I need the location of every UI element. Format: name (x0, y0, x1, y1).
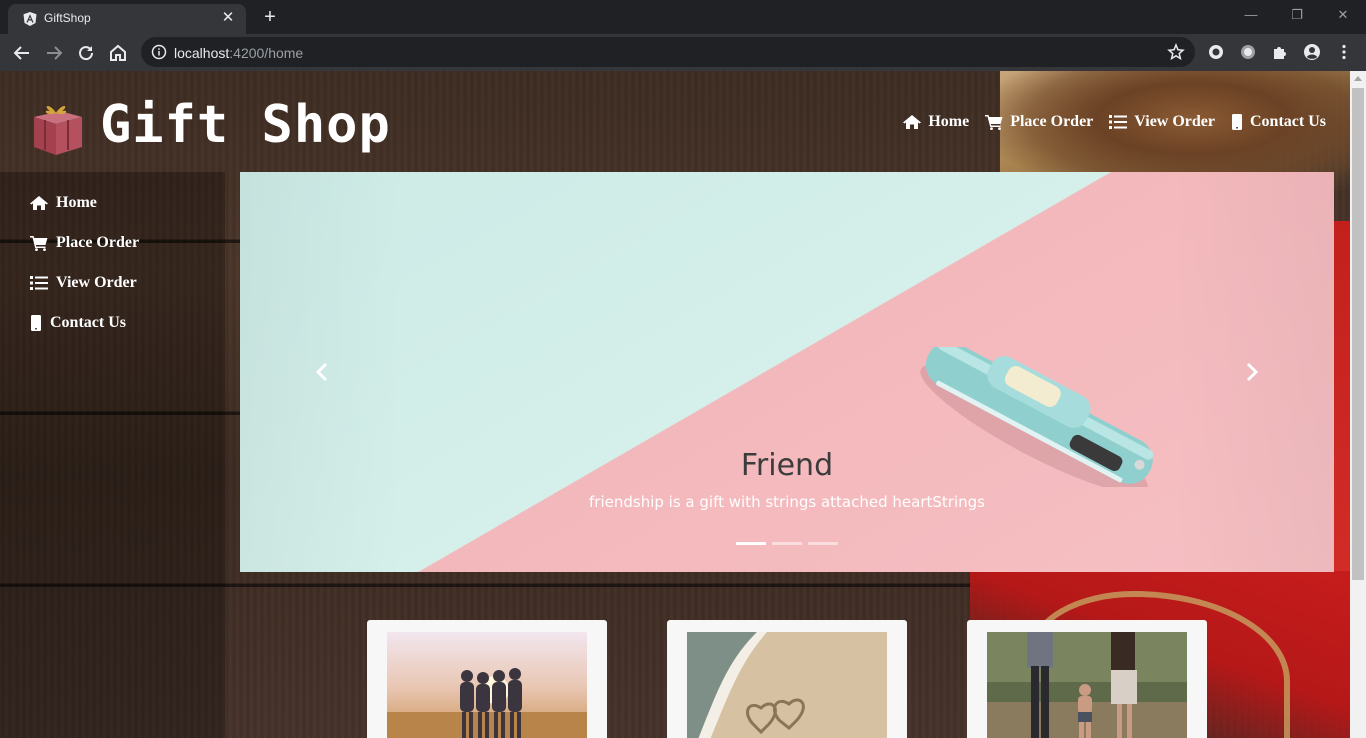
topnav-contact-us-label: Contact Us (1250, 113, 1326, 130)
sidenav-home-link[interactable]: Home (30, 183, 139, 223)
extension-record-icon[interactable] (1239, 43, 1257, 61)
gift-box-logo-icon (34, 106, 82, 155)
carousel-indicator[interactable] (736, 542, 766, 545)
bookmark-star-icon[interactable] (1167, 43, 1185, 61)
phone-icon (1232, 114, 1242, 130)
carousel-indicators (736, 542, 838, 545)
window-restore-button[interactable]: ❐ (1274, 0, 1320, 30)
carousel-caption: Friend friendship is a gift with strings… (240, 448, 1334, 511)
site-title: Gift Shop (100, 95, 391, 155)
carousel-next-icon[interactable] (1236, 357, 1266, 387)
hearts-in-sand-photo (687, 632, 887, 738)
url-text[interactable]: localhost:4200/home (174, 45, 303, 61)
side-navigation: Home Place Order View Order Contact Us (30, 183, 139, 343)
scroll-up-arrow-icon[interactable] (1354, 76, 1362, 81)
list-icon (1109, 115, 1128, 129)
reload-icon[interactable] (72, 39, 100, 67)
topnav-home-label: Home (928, 113, 970, 130)
address-bar[interactable]: localhost:4200/home (141, 37, 1195, 67)
gift-card[interactable] (967, 620, 1207, 738)
carousel-indicator[interactable] (808, 542, 838, 545)
home-icon (903, 115, 922, 129)
phone-icon (31, 315, 41, 331)
back-arrow-icon[interactable] (8, 39, 36, 67)
info-icon[interactable] (151, 44, 167, 60)
topnav-home-link[interactable]: Home (903, 113, 969, 131)
cart-icon (30, 236, 48, 251)
browser-tab-strip: GiftShop ✕ + — ❐ ✕ (0, 0, 1366, 34)
gift-card[interactable] (667, 620, 907, 738)
new-tab-button[interactable]: + (258, 5, 282, 29)
angular-logo-icon (23, 12, 37, 26)
sidenav-view-order-link[interactable]: View Order (30, 263, 139, 303)
friends-sunset-photo (387, 632, 587, 738)
sidenav-view-order-label: View Order (56, 274, 137, 291)
page-viewport: Gift Shop Home Place Order View Order Co… (0, 71, 1350, 738)
tab-title: GiftShop (44, 11, 91, 25)
topnav-contact-us-link[interactable]: Contact Us (1231, 113, 1326, 131)
url-path: :4200/home (229, 45, 304, 61)
topnav-view-order-label: View Order (1134, 113, 1215, 130)
sidenav-contact-us-link[interactable]: Contact Us (30, 303, 139, 343)
window-minimize-button[interactable]: — (1228, 0, 1274, 30)
forward-arrow-icon[interactable] (40, 39, 68, 67)
profile-avatar-icon[interactable] (1303, 43, 1321, 61)
home-icon[interactable] (104, 39, 132, 67)
sidenav-place-order-label: Place Order (56, 234, 140, 251)
carousel-indicator[interactable] (772, 542, 802, 545)
gift-card[interactable] (367, 620, 607, 738)
carousel-caption-title: Friend (740, 448, 834, 483)
home-icon (30, 196, 48, 210)
topnav-place-order-link[interactable]: Place Order (985, 113, 1093, 131)
list-icon (30, 276, 48, 290)
carousel-caption-text: friendship is a gift with strings attach… (589, 493, 985, 511)
scrollbar-thumb[interactable] (1352, 88, 1364, 580)
family-walk-photo (987, 632, 1187, 738)
hero-carousel[interactable]: Friend friendship is a gift with strings… (240, 172, 1334, 572)
browser-toolbar: localhost:4200/home (0, 34, 1366, 71)
page-scrollbar[interactable] (1350, 71, 1366, 738)
cart-icon (985, 115, 1003, 130)
topnav-place-order-label: Place Order (1010, 113, 1094, 130)
sidenav-place-order-link[interactable]: Place Order (30, 223, 139, 263)
url-host: localhost (174, 45, 230, 61)
extensions-puzzle-icon[interactable] (1271, 43, 1289, 61)
topnav-view-order-link[interactable]: View Order (1109, 113, 1215, 131)
browser-menu-icon[interactable] (1335, 43, 1353, 61)
sidenav-contact-us-label: Contact Us (50, 314, 126, 331)
carousel-previous-icon[interactable] (308, 357, 338, 387)
tab-close-icon[interactable]: ✕ (218, 8, 238, 28)
sidenav-home-label: Home (56, 194, 97, 211)
browser-tab[interactable]: GiftShop ✕ (8, 4, 246, 34)
window-close-button[interactable]: ✕ (1320, 0, 1366, 30)
top-navigation: Home Place Order View Order Contact Us (903, 113, 1326, 131)
extension-circle-icon[interactable] (1207, 43, 1225, 61)
